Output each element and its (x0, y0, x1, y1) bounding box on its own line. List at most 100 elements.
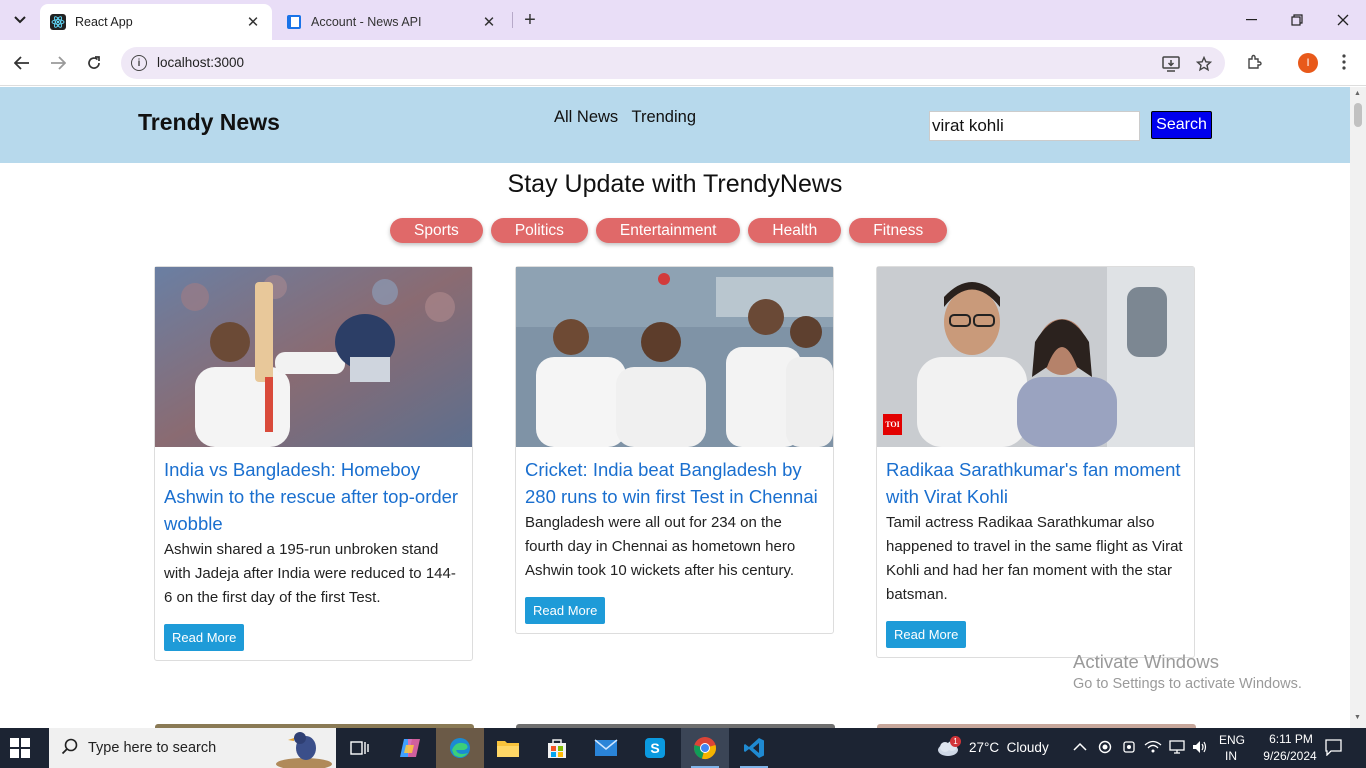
search-icon (61, 738, 78, 755)
site-brand[interactable]: Trendy News (138, 109, 280, 136)
scroll-thumb[interactable] (1354, 103, 1362, 127)
more-options-icon[interactable] (1335, 53, 1353, 71)
reload-button[interactable] (82, 51, 106, 75)
copilot-button[interactable] (386, 728, 434, 768)
category-sports[interactable]: Sports (390, 218, 483, 243)
url-text[interactable]: localhost:3000 (157, 55, 244, 70)
arrow-left-icon (14, 56, 29, 70)
browser-toolbar: i localhost:3000 I (0, 40, 1366, 86)
new-tab-button[interactable]: + (518, 8, 542, 32)
forward-button[interactable] (46, 51, 70, 75)
category-politics[interactable]: Politics (490, 218, 588, 243)
svg-text:S: S (650, 740, 659, 756)
weather-badge: 1 (950, 736, 961, 747)
search-button[interactable]: Search (1151, 111, 1212, 139)
search-placeholder: Type here to search (88, 740, 217, 756)
nav-link-all-news[interactable]: All News (554, 108, 618, 126)
bird-search-highlight-icon (276, 732, 332, 768)
minimize-button[interactable] (1228, 0, 1274, 40)
skype-icon: S (645, 738, 665, 758)
activate-windows-subtitle: Go to Settings to activate Windows. (1073, 676, 1302, 692)
scroll-down-arrow-icon[interactable]: ▼ (1354, 714, 1361, 721)
tab-news-api[interactable]: Account - News API ✕ (276, 4, 508, 40)
store-button[interactable] (533, 728, 581, 768)
search-input[interactable] (929, 111, 1140, 141)
back-button[interactable] (10, 51, 34, 75)
tab-title: React App (75, 15, 133, 29)
file-explorer-button[interactable] (484, 728, 532, 768)
volume-icon[interactable] (1192, 740, 1208, 757)
close-icon[interactable]: ✕ (244, 13, 262, 31)
news-title[interactable]: Cricket: India beat Bangladesh by 280 ru… (525, 456, 824, 510)
language-top[interactable]: ENG (1219, 733, 1245, 747)
mail-icon (594, 739, 618, 756)
clock-date[interactable]: 9/26/2024 (1254, 749, 1326, 763)
category-health[interactable]: Health (748, 218, 842, 243)
notification-icon[interactable] (1325, 739, 1342, 759)
tab-separator (512, 12, 513, 28)
profile-avatar[interactable]: I (1298, 53, 1318, 73)
copilot-icon (400, 739, 420, 757)
install-app-icon[interactable] (1162, 55, 1180, 73)
network-settings-icon[interactable] (1144, 740, 1162, 757)
hardware-icon[interactable] (1122, 740, 1136, 757)
language-bottom[interactable]: IN (1225, 749, 1237, 763)
edge-icon (450, 738, 470, 758)
chrome-button[interactable] (681, 728, 729, 768)
browser-tab-bar: React App ✕ Account - News API ✕ + (0, 0, 1366, 40)
category-fitness[interactable]: Fitness (849, 218, 948, 243)
restore-icon (1291, 14, 1303, 26)
task-view-button[interactable] (336, 728, 384, 768)
chevron-up-icon[interactable] (1073, 739, 1087, 754)
close-icon[interactable]: ✕ (480, 13, 498, 31)
mail-button[interactable] (582, 728, 630, 768)
news-image (155, 267, 472, 447)
news-card: India vs Bangladesh: Homeboy Ashwin to t… (154, 266, 473, 661)
category-entertainment[interactable]: Entertainment (595, 218, 741, 243)
news-card: TOI Radikaa Sarathkumar's fan moment wit… (876, 266, 1195, 658)
vscode-button[interactable] (730, 728, 778, 768)
react-icon (50, 14, 66, 30)
nav-link-trending[interactable]: Trending (631, 108, 696, 126)
skype-button[interactable]: S (631, 728, 679, 768)
info-icon[interactable]: i (131, 55, 147, 71)
news-card: Cricket: India beat Bangladesh by 280 ru… (515, 266, 834, 634)
scroll-up-arrow-icon[interactable]: ▲ (1354, 90, 1361, 97)
close-window-button[interactable] (1320, 0, 1366, 40)
chrome-icon (694, 737, 716, 759)
news-title[interactable]: Radikaa Sarathkumar's fan moment with Vi… (886, 456, 1185, 510)
folder-icon (497, 741, 519, 757)
restore-button[interactable] (1274, 0, 1320, 40)
minimize-icon (1245, 19, 1257, 21)
clock-time[interactable]: 6:11 PM (1260, 732, 1322, 746)
edge-button[interactable] (436, 728, 484, 768)
weather-text[interactable]: 27°C Cloudy (969, 740, 1049, 755)
read-more-button[interactable]: Read More (164, 624, 245, 651)
address-bar[interactable]: i localhost:3000 (121, 47, 1225, 79)
news-image: TOI (877, 267, 1194, 447)
read-more-button[interactable]: Read More (525, 597, 606, 624)
read-more-button[interactable]: Read More (886, 621, 967, 648)
taskbar-search[interactable]: Type here to search (49, 728, 336, 768)
display-icon[interactable] (1169, 740, 1185, 757)
windows-taskbar: Type here to search S 1 27°C Cloudy ENG … (0, 728, 1366, 768)
page-heading: Stay Update with TrendyNews (507, 170, 843, 198)
site-navbar: Trendy News All News Trending Search (0, 87, 1350, 163)
store-icon (548, 739, 566, 758)
news-description: Tamil actress Radikaa Sarathkumar also h… (886, 514, 1183, 603)
news-description: Ashwin shared a 195-run unbroken stand w… (164, 541, 456, 606)
location-icon[interactable] (1098, 740, 1112, 757)
newsapi-icon (287, 15, 301, 29)
windows-start-icon[interactable] (10, 738, 30, 758)
page-scrollbar[interactable]: ▲ ▼ (1350, 87, 1366, 728)
arrow-right-icon (51, 56, 66, 70)
vscode-icon (744, 738, 764, 758)
extensions-icon[interactable] (1245, 53, 1263, 71)
chevron-down-icon (14, 16, 26, 24)
activate-windows-title: Activate Windows (1073, 651, 1219, 672)
tab-react-app[interactable]: React App ✕ (40, 4, 272, 40)
tab-search-button[interactable] (6, 7, 34, 33)
star-icon[interactable] (1195, 55, 1213, 73)
page-viewport: Trendy News All News Trending Search Sta… (0, 87, 1350, 728)
news-title[interactable]: India vs Bangladesh: Homeboy Ashwin to t… (164, 456, 463, 537)
